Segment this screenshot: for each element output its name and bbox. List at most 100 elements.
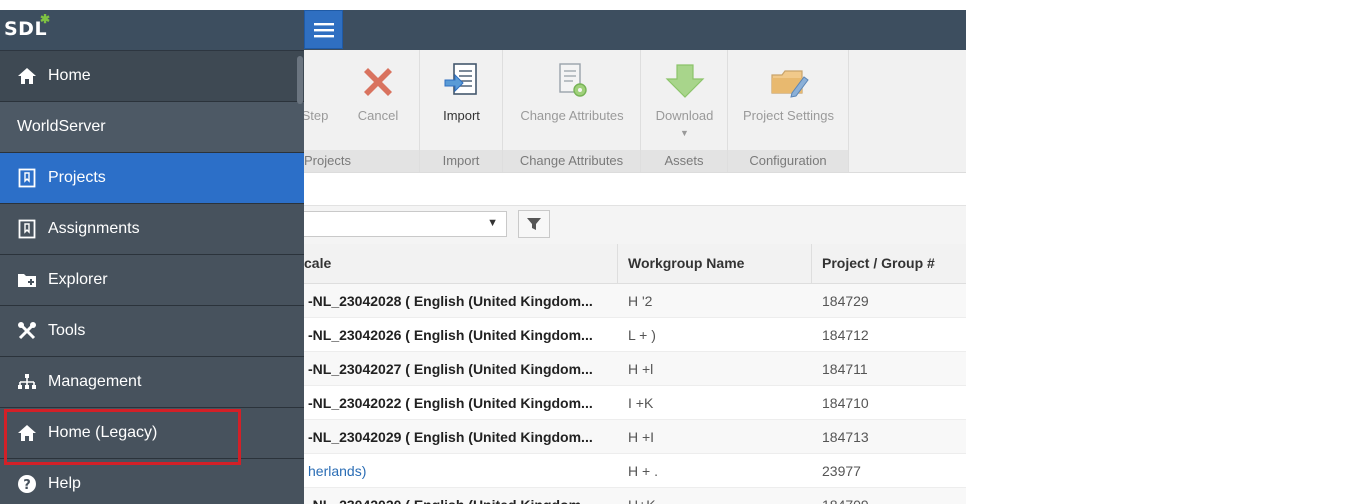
svg-text:?: ?	[23, 478, 31, 493]
project-settings-button[interactable]: Project Settings	[728, 62, 849, 123]
sidebar-item-projects[interactable]: Projects	[0, 153, 304, 204]
sidebar-item-label: Tools	[48, 322, 86, 339]
ribbon-group-label-assets: Assets	[641, 150, 727, 172]
cancel-button-label: Cancel	[357, 108, 399, 123]
sidebar-item-label: Projects	[48, 169, 106, 186]
ribbon-group-label-configuration: Configuration	[728, 150, 848, 172]
view-select[interactable]: ▼	[304, 211, 507, 237]
step-button-label: Step	[301, 108, 329, 123]
app-window: Step Cancel Projects Import Import Chang…	[0, 0, 966, 504]
top-bar	[304, 10, 966, 50]
chevron-down-icon: ▼	[487, 217, 498, 229]
workgroup-cell: H +I	[628, 429, 655, 445]
sidebar-item-home[interactable]: Home	[0, 51, 304, 102]
sidebar-item-home-legacy[interactable]: Home (Legacy)	[0, 408, 304, 459]
ribbon-group-import: Import Import	[420, 50, 503, 172]
download-icon	[665, 64, 704, 98]
projects-icon	[16, 167, 38, 189]
change-attributes-button-label: Change Attributes	[520, 108, 624, 123]
table-row[interactable]: -NL_23042020 ( English (United Kingdom..…	[304, 488, 966, 504]
sidebar-item-label: Home	[48, 67, 91, 84]
change-attributes-icon	[559, 63, 587, 97]
locale-cell[interactable]: -NL_23042022 ( English (United Kingdom..…	[304, 386, 614, 420]
sidebar-nav: SDL ✱ Home WorldServer Projects Assignme…	[0, 10, 304, 504]
home-icon	[16, 422, 38, 444]
ribbon-group-label-import: Import	[420, 150, 502, 172]
table-row[interactable]: -NL_23042029 ( English (United Kingdom..…	[304, 420, 966, 454]
filter-icon	[527, 218, 541, 230]
sidebar-item-explorer[interactable]: Explorer	[0, 255, 304, 306]
sidebar-item-management[interactable]: Management	[0, 357, 304, 408]
chevron-down-icon: ▼	[680, 128, 689, 138]
tools-icon	[16, 320, 38, 342]
project-number-cell: 184729	[822, 293, 869, 309]
project-settings-icon	[770, 70, 809, 98]
ribbon-toolbar: Step Cancel Projects Import Import Chang…	[302, 50, 966, 173]
table-row[interactable]: -NL_23042026 ( English (United Kingdom..…	[304, 318, 966, 352]
sidebar-item-label: Explorer	[48, 271, 108, 288]
column-header-locale[interactable]: cale	[304, 244, 618, 283]
workgroup-cell: H + .	[628, 463, 658, 479]
ribbon-group-assets: Download ▼ Assets	[641, 50, 728, 172]
management-icon	[16, 371, 38, 393]
logo-star-icon: ✱	[40, 12, 51, 26]
menu-toggle-button[interactable]	[304, 10, 343, 49]
cancel-icon	[364, 68, 392, 96]
table-row[interactable]: -NL_23042022 ( English (United Kingdom..…	[304, 386, 966, 420]
sidebar-item-help[interactable]: ? Help	[0, 459, 304, 504]
import-icon	[444, 63, 477, 95]
sidebar-item-worldserver[interactable]: WorldServer	[0, 102, 304, 153]
logo-bar: SDL ✱	[0, 10, 304, 51]
ribbon-group-configuration: Project Settings Configuration	[728, 50, 849, 172]
workgroup-cell: H+K	[628, 488, 808, 504]
locale-cell[interactable]: -NL_23042026 ( English (United Kingdom..…	[304, 318, 614, 352]
filter-row: ▼	[304, 205, 966, 244]
sidebar-item-label: WorldServer	[17, 118, 106, 135]
ribbon-group-label-projects: Projects	[304, 150, 419, 172]
sidebar-item-label: Management	[48, 373, 142, 390]
table-body: -NL_23042028 ( English (United Kingdom..…	[304, 284, 966, 504]
assignments-icon	[16, 218, 38, 240]
project-number-cell: 184710	[822, 395, 869, 411]
sidebar-item-label: Help	[48, 475, 81, 492]
ribbon-group-label-change-attributes: Change Attributes	[503, 150, 640, 172]
table-header: cale Workgroup Name Project / Group #	[304, 244, 966, 284]
locale-cell[interactable]: -NL_23042027 ( English (United Kingdom..…	[304, 352, 614, 386]
sidebar-item-assignments[interactable]: Assignments	[0, 204, 304, 255]
change-attributes-button[interactable]: Change Attributes	[503, 62, 641, 123]
import-button-label: Import	[443, 108, 480, 123]
cancel-button[interactable]: Cancel	[354, 62, 402, 123]
ribbon-group-change-attributes: Change Attributes Change Attributes	[503, 50, 641, 172]
workgroup-cell: I +K	[628, 395, 654, 411]
project-number-cell: 184711	[822, 361, 868, 377]
ribbon-group-projects: Step Cancel Projects	[302, 50, 420, 172]
locale-cell[interactable]: -NL_23042020 ( English (United Kingdom..…	[304, 488, 614, 504]
project-number-cell: 184713	[822, 429, 869, 445]
locale-cell[interactable]: herlands)	[304, 454, 614, 488]
workgroup-cell: L + )	[628, 327, 656, 343]
projects-table: cale Workgroup Name Project / Group # -N…	[304, 244, 966, 504]
import-button[interactable]: Import	[420, 62, 503, 123]
locale-cell[interactable]: -NL_23042028 ( English (United Kingdom..…	[304, 284, 614, 318]
table-row[interactable]: -NL_23042027 ( English (United Kingdom..…	[304, 352, 966, 386]
table-row[interactable]: -NL_23042028 ( English (United Kingdom..…	[304, 284, 966, 318]
column-header-project-group[interactable]: Project / Group #	[812, 244, 966, 283]
workgroup-cell: H '2	[628, 293, 653, 309]
project-number-cell: 23977	[822, 463, 861, 479]
column-header-workgroup-name[interactable]: Workgroup Name	[618, 244, 812, 283]
download-button[interactable]: Download ▼	[641, 62, 728, 138]
home-icon	[16, 65, 38, 87]
locale-cell[interactable]: -NL_23042029 ( English (United Kingdom..…	[304, 420, 614, 454]
sidebar-item-label: Assignments	[48, 220, 140, 237]
help-icon: ?	[16, 473, 38, 495]
download-button-label: Download	[655, 108, 714, 123]
sidebar-item-tools[interactable]: Tools	[0, 306, 304, 357]
sidebar-scrollbar[interactable]	[297, 56, 303, 104]
project-number-cell: 184712	[822, 327, 869, 343]
workgroup-cell: H +l	[628, 361, 654, 377]
hamburger-icon	[313, 22, 334, 37]
filter-button[interactable]	[518, 210, 550, 238]
table-row[interactable]: herlands) H + . 23977	[304, 454, 966, 488]
step-button[interactable]: Step	[300, 62, 330, 123]
project-number-cell: 184709	[822, 488, 962, 504]
